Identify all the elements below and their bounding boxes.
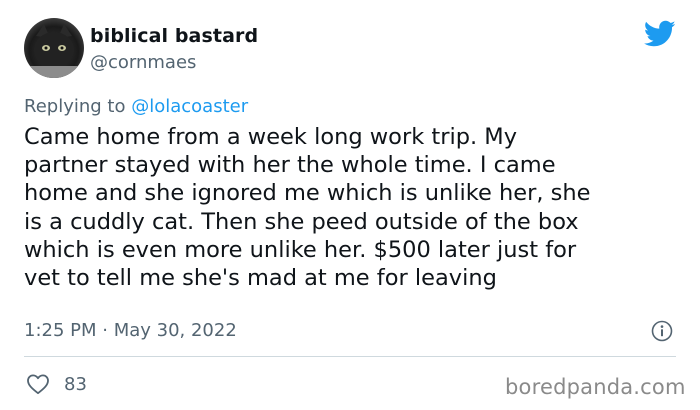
twitter-bird-icon[interactable] [643,20,676,48]
reply-mention-link[interactable]: @lolacoaster [131,96,248,117]
avatar[interactable] [24,18,84,78]
tweet-timestamp[interactable]: 1:25 PM · May 30, 2022 [24,320,237,342]
user-handle[interactable]: @cornmaes [90,52,196,74]
info-icon[interactable] [651,320,673,342]
watermark: boredpanda.com [505,375,686,399]
reply-prefix: Replying to [24,96,132,117]
heart-icon[interactable] [26,373,50,395]
like-count: 83 [64,374,87,395]
tweet-text: Came home from a week long work trip. My… [24,124,591,292]
reply-context: Replying to @lolacoaster [24,96,248,118]
divider [24,356,676,357]
display-name[interactable]: biblical bastard [90,24,258,48]
cat-avatar-image [24,24,84,78]
